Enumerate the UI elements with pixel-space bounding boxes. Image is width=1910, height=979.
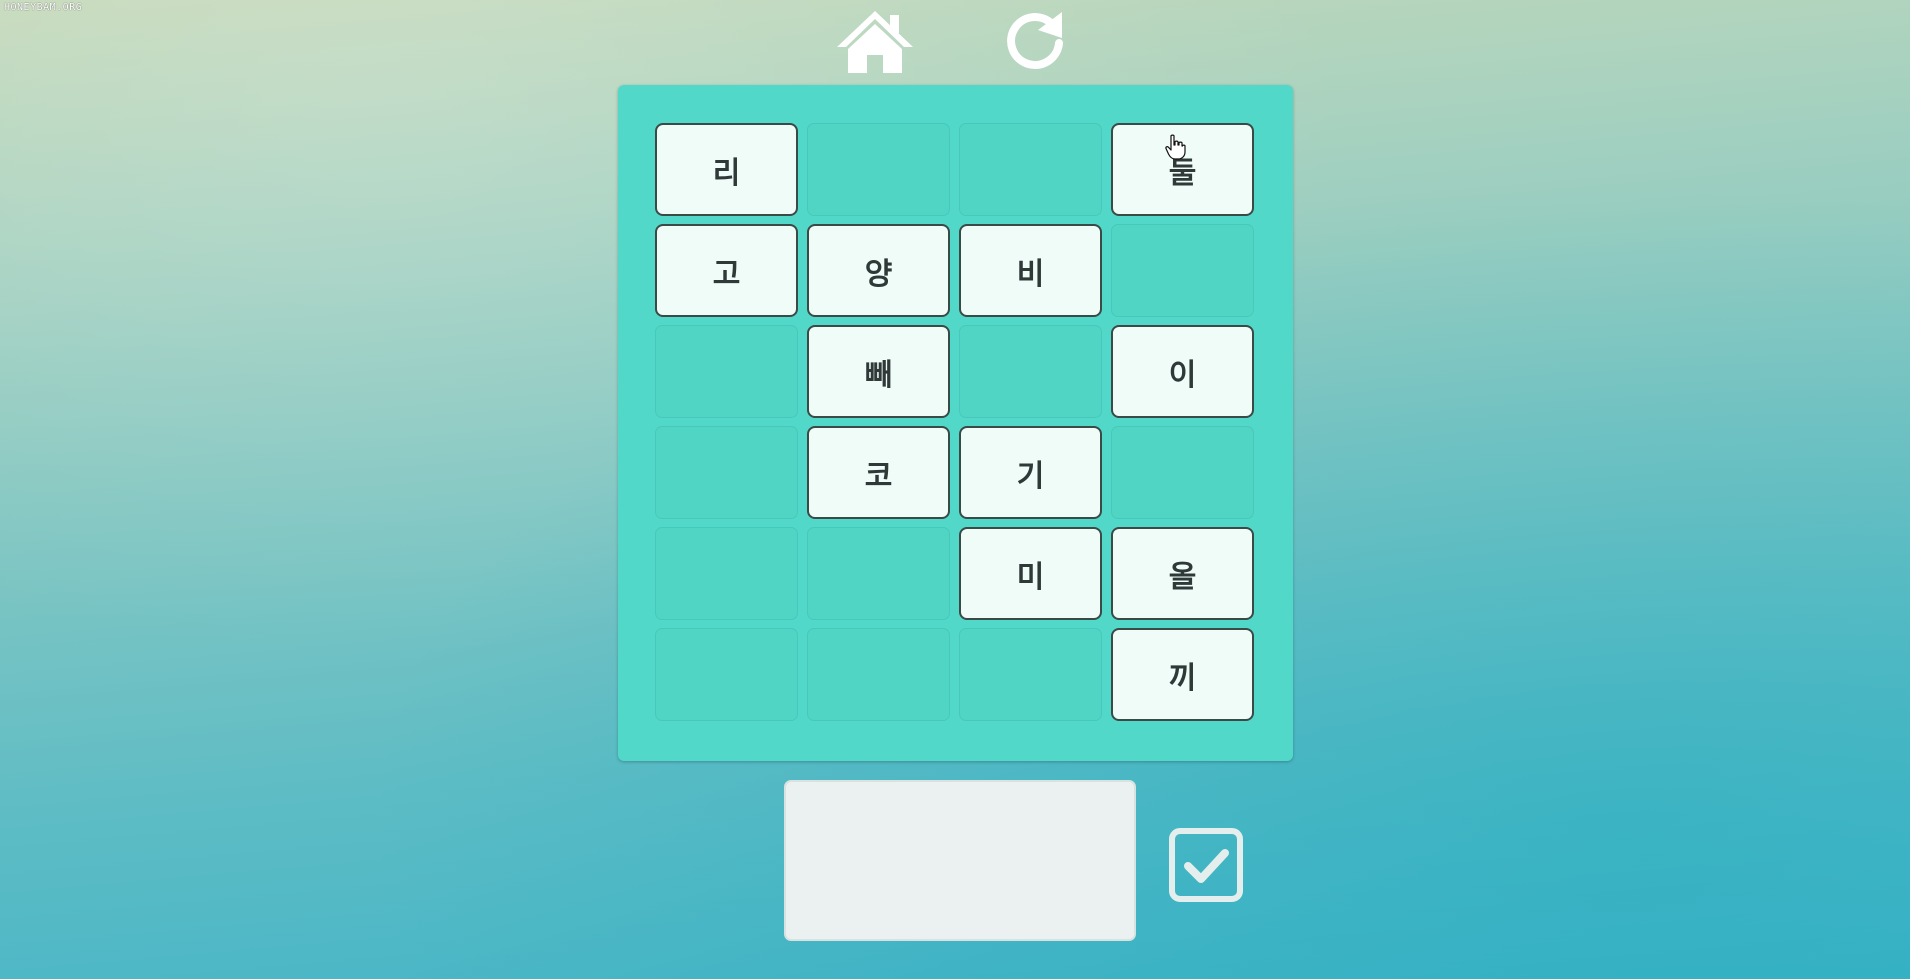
empty-slot <box>959 123 1102 216</box>
empty-slot <box>655 325 798 418</box>
grid-cell: 끼 <box>1111 628 1254 721</box>
grid-cell: 코 <box>807 426 950 519</box>
home-button[interactable] <box>833 6 917 76</box>
grid-cell: 리 <box>655 123 798 216</box>
submit-check-button[interactable] <box>1168 827 1244 903</box>
empty-slot <box>655 527 798 620</box>
puzzle-board: 리 둘고양비빼 이코기미올끼 <box>618 85 1293 761</box>
home-icon <box>837 11 913 73</box>
letter-tile[interactable]: 끼 <box>1111 628 1254 721</box>
grid-cell: 미 <box>959 527 1102 620</box>
letter-tile[interactable]: 미 <box>959 527 1102 620</box>
grid-cell: 기 <box>959 426 1102 519</box>
letter-tile[interactable]: 고 <box>655 224 798 317</box>
empty-slot <box>807 123 950 216</box>
grid-cell: 비 <box>959 224 1102 317</box>
grid-cell: 양 <box>807 224 950 317</box>
empty-slot <box>655 628 798 721</box>
letter-tile[interactable]: 빼 <box>807 325 950 418</box>
grid-cell: 빼 <box>807 325 950 418</box>
tile-grid: 리 둘고양비빼 이코기미올끼 <box>655 123 1254 721</box>
letter-tile[interactable]: 기 <box>959 426 1102 519</box>
restart-button[interactable] <box>993 6 1077 76</box>
empty-slot <box>959 628 1102 721</box>
empty-slot <box>959 325 1102 418</box>
empty-slot <box>807 628 950 721</box>
letter-tile[interactable]: 양 <box>807 224 950 317</box>
top-controls <box>0 6 1910 76</box>
grid-cell: 고 <box>655 224 798 317</box>
grid-cell: 올 <box>1111 527 1254 620</box>
empty-slot <box>1111 426 1254 519</box>
letter-tile[interactable]: 이 <box>1111 325 1254 418</box>
letter-tile[interactable]: 올 <box>1111 527 1254 620</box>
empty-slot <box>1111 224 1254 317</box>
letter-tile[interactable]: 비 <box>959 224 1102 317</box>
restart-icon <box>1007 12 1063 70</box>
letter-tile[interactable]: 리 <box>655 123 798 216</box>
empty-slot <box>655 426 798 519</box>
answer-input-box[interactable] <box>784 780 1136 941</box>
letter-tile[interactable]: 코 <box>807 426 950 519</box>
letter-tile[interactable]: 둘 <box>1111 123 1254 216</box>
grid-cell: 이 <box>1111 325 1254 418</box>
empty-slot <box>807 527 950 620</box>
grid-cell: 둘 <box>1111 123 1254 216</box>
